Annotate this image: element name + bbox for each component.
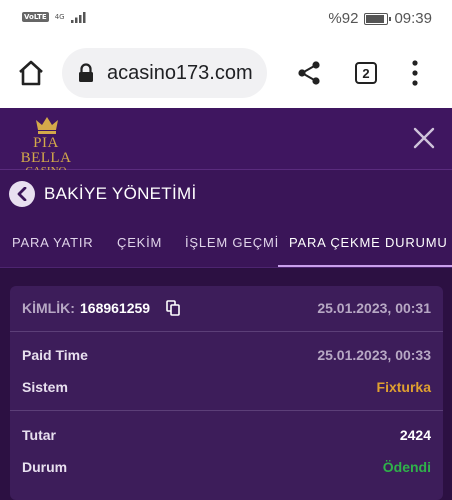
- id-label: KİMLİK:: [22, 300, 75, 316]
- amount-label: Tutar: [22, 427, 56, 443]
- paid-time-value: 25.01.2023, 00:33: [317, 347, 431, 363]
- back-button[interactable]: [9, 181, 35, 207]
- status-right: %92 09:39: [328, 10, 432, 27]
- network-type: 4G: [54, 12, 65, 21]
- created-date: 25.01.2023, 00:31: [317, 300, 431, 316]
- site-logo[interactable]: PIA BELLA CASINO: [10, 114, 82, 177]
- amount-value: 2424: [399, 427, 431, 443]
- card-divider: [10, 331, 443, 332]
- tab-bar: PARA YATIR ÇEKİM İŞLEM GEÇMİŞİ PARA ÇEKM…: [0, 220, 452, 268]
- status-value: Ödendi: [382, 459, 431, 475]
- id-value: 168961259: [80, 300, 151, 316]
- copy-icon[interactable]: [166, 300, 180, 316]
- address-bar[interactable]: acasino173.com: [62, 48, 267, 98]
- status-bar: VoLTE 4G %92 09:39: [0, 0, 452, 38]
- page-title: BAKİYE YÖNETİMİ: [44, 184, 197, 203]
- tab-para-cekme-durumu[interactable]: PARA ÇEKME DURUMU: [289, 235, 448, 250]
- lock-icon: [79, 63, 93, 82]
- tab-islem-gecmisi[interactable]: İŞLEM GEÇMİŞİ: [185, 235, 278, 250]
- card-divider: [10, 410, 443, 411]
- chevron-left-icon: [17, 187, 27, 201]
- status-left: VoLTE 4G: [22, 11, 87, 23]
- main-content: KİMLİK: 168961259 25.01.2023, 00:31 Paid…: [0, 269, 452, 500]
- system-label: Sistem: [22, 379, 68, 395]
- active-tab-indicator: [278, 265, 452, 267]
- crown-logo-icon: [36, 117, 58, 134]
- close-icon[interactable]: [410, 124, 438, 152]
- volte-badge: VoLTE: [22, 12, 49, 22]
- site-header: PIA BELLA CASINO: [0, 108, 452, 177]
- clock: 09:39: [394, 10, 432, 27]
- status-label: Durum: [22, 459, 68, 475]
- logo-main-text: PIA BELLA: [20, 135, 72, 166]
- battery-percent: %92: [328, 10, 359, 27]
- tab-cekim[interactable]: ÇEKİM: [117, 235, 162, 250]
- paid-time-label: Paid Time: [22, 347, 88, 363]
- tab-count: 2: [362, 65, 370, 81]
- system-value: Fixturka: [376, 379, 431, 395]
- menu-icon[interactable]: [410, 59, 420, 87]
- page-header: BAKİYE YÖNETİMİ: [0, 170, 452, 220]
- tab-switcher-button[interactable]: 2: [355, 62, 377, 84]
- tab-para-yatir[interactable]: PARA YATIR: [12, 235, 93, 250]
- browser-toolbar: acasino173.com 2: [0, 38, 452, 108]
- home-icon[interactable]: [16, 58, 46, 88]
- withdrawal-card: KİMLİK: 168961259 25.01.2023, 00:31 Paid…: [10, 286, 443, 500]
- signal-icon: [70, 12, 86, 23]
- share-icon[interactable]: [296, 60, 322, 86]
- url-text: acasino173.com: [107, 61, 253, 84]
- battery-icon: [364, 12, 392, 25]
